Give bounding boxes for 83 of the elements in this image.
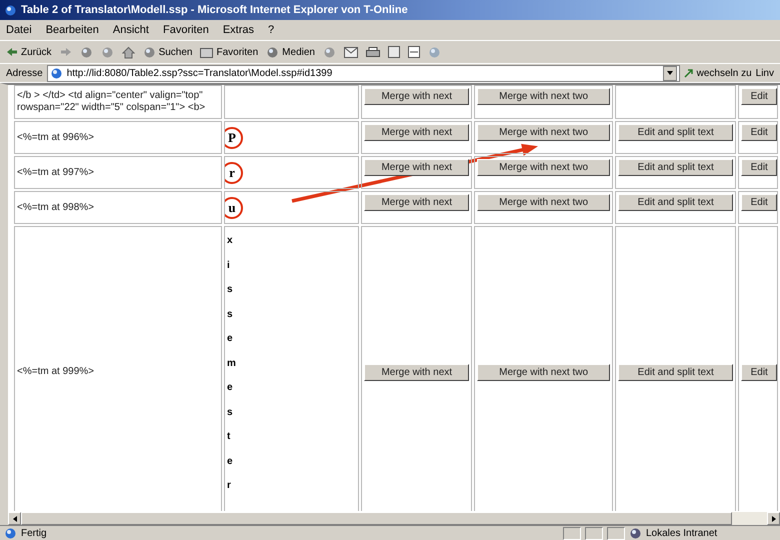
- letter-text: s: [226, 406, 234, 420]
- letter-text: r: [226, 479, 232, 493]
- merge-two-button[interactable]: Merge with next two: [477, 194, 610, 211]
- go-button[interactable]: wechseln zu: [684, 68, 752, 78]
- arrow-icon: [684, 68, 694, 78]
- edit-button[interactable]: Edit: [741, 159, 777, 176]
- merge-button[interactable]: Merge with next: [364, 124, 470, 141]
- menu-item[interactable]: Favoriten: [162, 24, 209, 36]
- forward-arrow-icon: [60, 47, 72, 57]
- split-button[interactable]: Edit and split text: [618, 364, 734, 380]
- source-code-text: <%=tm at 996%>: [17, 132, 95, 144]
- edit-button[interactable]: Edit: [741, 194, 777, 211]
- edit-button[interactable]: Edit: [741, 364, 777, 380]
- letter-text: s: [226, 283, 234, 297]
- page-icon: [50, 66, 63, 80]
- window-title: Table 2 of Translator\Modell.ssp - Microsoft Internet Explorer von T-Online: [21, 4, 408, 16]
- letter-text: P: [228, 130, 236, 144]
- toolbar-button[interactable]: [408, 46, 420, 58]
- toolbar-button[interactable]: Medien: [266, 46, 315, 58]
- history-icon: [322, 46, 336, 58]
- merge-button[interactable]: Merge with next: [364, 159, 470, 176]
- letter-text: e: [226, 381, 234, 395]
- home-icon: [122, 46, 135, 58]
- note-icon: [408, 46, 420, 58]
- document-icon: [388, 46, 400, 58]
- letter-text: s: [226, 308, 234, 322]
- letter-text: t: [226, 430, 232, 444]
- merge-button[interactable]: Merge with next: [364, 194, 470, 211]
- source-code-text: <%=tm at 999%>: [17, 366, 95, 378]
- letter-text: e: [226, 454, 234, 468]
- letter-text: i: [226, 258, 231, 272]
- toolbar-button[interactable]: Zurück: [6, 46, 52, 58]
- links-button[interactable]: Linv: [756, 68, 774, 78]
- media-icon: [266, 46, 280, 58]
- horizontal-scrollbar[interactable]: [8, 511, 780, 525]
- merge-two-button[interactable]: Merge with next two: [477, 159, 610, 176]
- address-field[interactable]: http://lid:8080/Table2.ssp?ssc=Translator\Model.ssp#id1399: [46, 64, 680, 82]
- dropdown-button[interactable]: [662, 66, 677, 80]
- toolbar-button[interactable]: Favoriten: [200, 46, 258, 58]
- mail-icon: [344, 46, 358, 58]
- menu-item[interactable]: Ansicht: [112, 24, 149, 36]
- caret-icon: [666, 71, 673, 75]
- refresh-icon: [100, 46, 114, 58]
- letter-text: r: [229, 166, 235, 180]
- printer-icon: [366, 46, 380, 58]
- right-arrow-icon: [772, 516, 776, 522]
- merge-button[interactable]: Merge with next: [364, 88, 470, 105]
- letter-text: m: [226, 356, 237, 370]
- letter-text: u: [228, 200, 236, 214]
- browser-icon: [4, 4, 17, 16]
- address-label: Adresse: [6, 68, 43, 78]
- split-button[interactable]: Edit and split text: [618, 194, 734, 211]
- status-text: Fertig: [21, 528, 48, 538]
- toolbar-button[interactable]: [366, 46, 380, 58]
- page-icon: [4, 526, 17, 540]
- stop-icon: [80, 46, 93, 58]
- globe-icon: [142, 46, 156, 58]
- split-button[interactable]: Edit and split text: [618, 159, 734, 176]
- folder-icon: [200, 46, 214, 58]
- merge-button[interactable]: Merge with next: [364, 364, 470, 380]
- menu-item[interactable]: Extras: [222, 24, 254, 36]
- letter-text: e: [226, 332, 234, 346]
- toolbar-button[interactable]: [388, 46, 400, 58]
- source-code-text: <%=tm at 998%>: [17, 202, 95, 214]
- source-code-text: </b > </td> <td align="center" valign="top" rowspan="22" width="5" colspan="1"> <b>: [17, 90, 206, 114]
- left-arrow-icon: [12, 516, 16, 522]
- source-code-text: <%=tm at 997%>: [17, 166, 95, 178]
- toolbar-button[interactable]: [344, 46, 358, 58]
- network-icon: [629, 526, 642, 540]
- menu-item[interactable]: Datei: [6, 24, 32, 36]
- toolbar-button[interactable]: Suchen: [142, 46, 192, 58]
- menu-item[interactable]: Bearbeiten: [46, 24, 99, 36]
- menu-item[interactable]: ?: [268, 24, 274, 36]
- merge-two-button[interactable]: Merge with next two: [477, 88, 610, 105]
- edit-button[interactable]: Edit: [741, 88, 777, 105]
- split-button[interactable]: Edit and split text: [618, 124, 734, 141]
- letter-text: x: [226, 234, 234, 248]
- merge-two-button[interactable]: Merge with next two: [477, 124, 610, 141]
- people-icon: [428, 46, 441, 58]
- merge-two-button[interactable]: Merge with next two: [477, 364, 610, 380]
- back-arrow-icon: [6, 47, 18, 57]
- zone-text: Lokales Intranet: [646, 528, 718, 538]
- edit-button[interactable]: Edit: [741, 124, 777, 141]
